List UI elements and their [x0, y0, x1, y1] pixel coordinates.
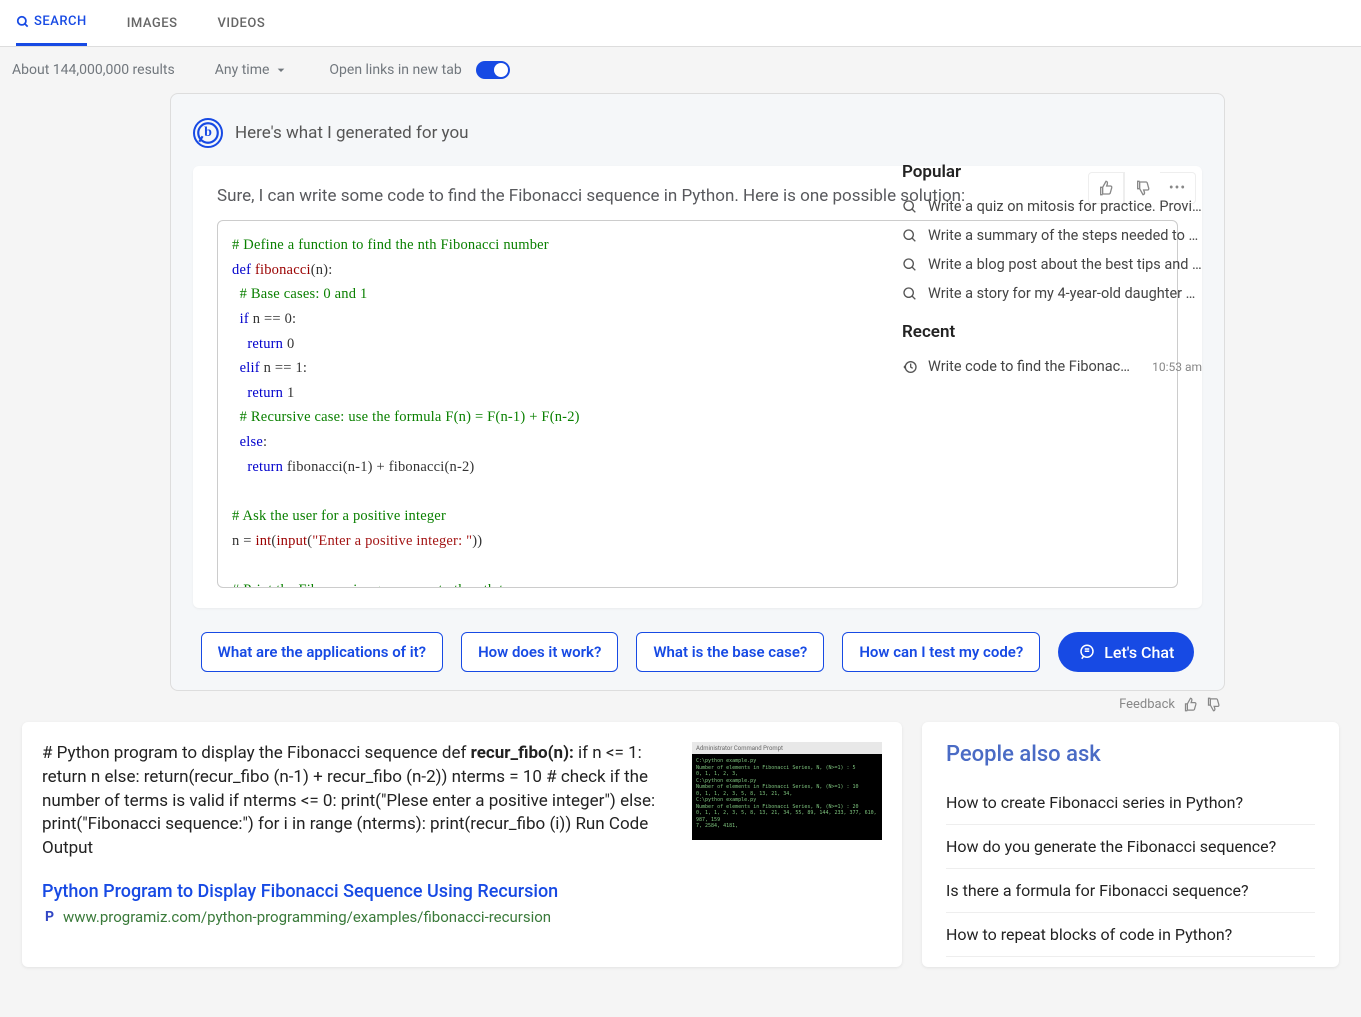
lower-row: # Python program to display the Fibonacc…	[0, 722, 1361, 967]
result-url-text: www.programiz.com/python-programming/exa…	[63, 908, 551, 926]
popular-item-label: Write a story for my 4-year-old daughter…	[928, 285, 1202, 302]
newtab-label: Open links in new tab	[329, 62, 461, 78]
popular-item-label: Write a quiz on mitosis for practice. Pr…	[928, 198, 1202, 215]
thumb-caption: Administrator Command Prompt	[692, 742, 882, 754]
site-favicon: P	[42, 909, 57, 924]
chip-test-code[interactable]: How can I test my code?	[842, 632, 1040, 672]
result-count: About 144,000,000 results	[12, 62, 175, 78]
paa-title: People also ask	[946, 742, 1315, 767]
result-snippet: # Python program to display the Fibonacc…	[42, 742, 672, 861]
recent-heading: Recent	[902, 322, 1202, 342]
tab-search[interactable]: SEARCH	[16, 0, 87, 46]
chip-base-case[interactable]: What is the base case?	[636, 632, 824, 672]
popular-item-label: Write a blog post about the best tips an…	[928, 256, 1202, 273]
popular-item-3[interactable]: Write a blog post about the best tips an…	[902, 250, 1202, 279]
result-thumbnail[interactable]: Administrator Command Prompt C:\python e…	[692, 742, 882, 840]
tab-videos[interactable]: VIDEOS	[218, 0, 266, 46]
result-url[interactable]: P www.programiz.com/python-programming/e…	[42, 908, 882, 926]
lets-chat-button[interactable]: Let's Chat	[1058, 632, 1194, 672]
popular-item-2[interactable]: Write a summary of the steps needed to s…	[902, 221, 1202, 250]
paa-item-1[interactable]: How to create Fibonacci series in Python…	[946, 781, 1315, 825]
tab-images[interactable]: IMAGES	[127, 0, 178, 46]
thumbs-up-icon[interactable]	[1183, 697, 1198, 712]
recent-item-label: Write code to find the Fibonac…	[928, 358, 1142, 375]
results-bar: About 144,000,000 results Any time Open …	[0, 47, 1361, 93]
popular-item-4[interactable]: Write a story for my 4-year-old daughter…	[902, 279, 1202, 308]
activity-panel: Popular Write a quiz on mitosis for prac…	[902, 154, 1202, 381]
paa-item-4[interactable]: How to repeat blocks of code in Python?	[946, 913, 1315, 957]
time-filter-dropdown[interactable]: Any time	[215, 62, 290, 78]
paa-item-2[interactable]: How do you generate the Fibonacci sequen…	[946, 825, 1315, 869]
thumb-body: C:\python example.pyNumber of elements i…	[692, 754, 882, 840]
suggestion-chips-row: What are the applications of it? How doe…	[171, 608, 1224, 672]
paa-item-3[interactable]: Is there a formula for Fibonacci sequenc…	[946, 869, 1315, 913]
popular-item-1[interactable]: Write a quiz on mitosis for practice. Pr…	[902, 192, 1202, 221]
chevron-down-icon	[273, 62, 289, 78]
bing-chat-icon: b	[193, 118, 223, 148]
search-icon	[902, 286, 918, 302]
search-icon	[902, 257, 918, 273]
feedback-label[interactable]: Feedback	[1119, 697, 1175, 712]
popular-heading: Popular	[902, 162, 1202, 182]
newtab-toggle[interactable]	[476, 61, 510, 79]
people-also-ask: People also ask How to create Fibonacci …	[922, 722, 1339, 967]
time-filter-label: Any time	[215, 62, 270, 78]
recent-item-time: 10:53 am	[1152, 360, 1202, 374]
thumbs-down-icon[interactable]	[1206, 697, 1221, 712]
history-icon	[902, 359, 918, 375]
popular-item-label: Write a summary of the steps needed to s…	[928, 227, 1202, 244]
chip-applications[interactable]: What are the applications of it?	[201, 632, 443, 672]
feedback-row: Feedback	[0, 691, 1361, 722]
ai-answer-card: b Here's what I generated for you ••• Su…	[170, 93, 1225, 691]
ai-title: Here's what I generated for you	[235, 123, 469, 143]
tab-search-label: SEARCH	[34, 14, 87, 29]
search-result: # Python program to display the Fibonacc…	[22, 722, 902, 967]
recent-item-1[interactable]: Write code to find the Fibonac… 10:53 am	[902, 352, 1202, 381]
search-icon	[16, 15, 30, 29]
chat-icon	[1078, 643, 1096, 661]
result-title-link[interactable]: Python Program to Display Fibonacci Sequ…	[42, 881, 882, 902]
chip-how-works[interactable]: How does it work?	[461, 632, 618, 672]
search-icon	[902, 199, 918, 215]
lets-chat-label: Let's Chat	[1104, 643, 1174, 662]
search-tabs: SEARCH IMAGES VIDEOS	[0, 0, 1361, 47]
search-icon	[902, 228, 918, 244]
